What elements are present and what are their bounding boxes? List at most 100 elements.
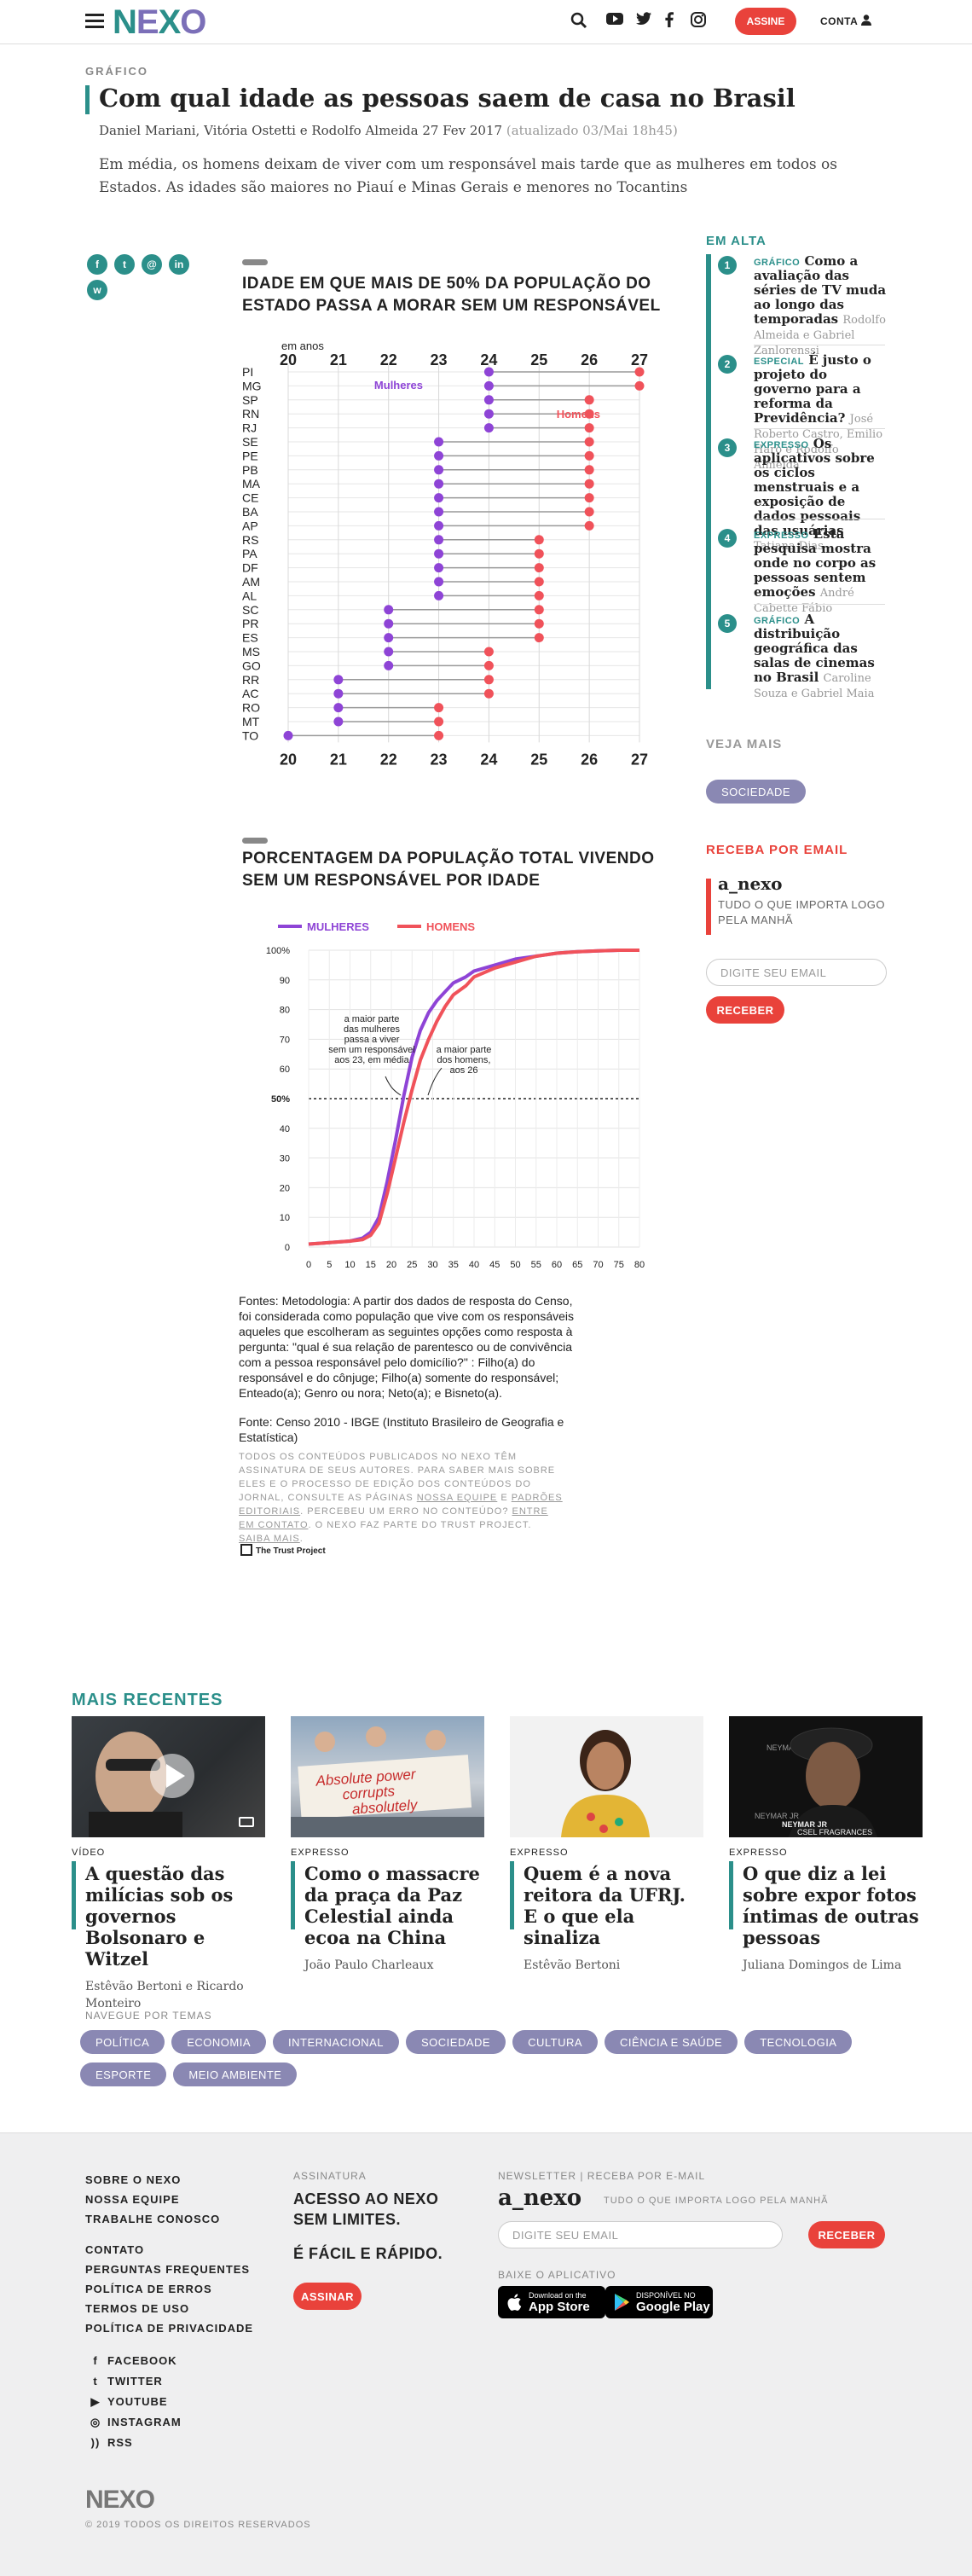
card-thumbnail[interactable] — [72, 1716, 265, 1837]
topic-pill[interactable]: CULTURA — [512, 2030, 599, 2054]
share-linkedin-icon[interactable]: in — [169, 254, 189, 275]
footer-receive-button[interactable]: RECEBER — [808, 2221, 885, 2248]
youtube-icon[interactable] — [605, 12, 624, 31]
card-accent-bar — [291, 1861, 295, 1929]
menu-icon[interactable] — [85, 14, 104, 29]
footer-social-rss[interactable]: )) RSS — [89, 2436, 133, 2449]
footer-logo[interactable]: NEXO — [85, 2486, 155, 2515]
trending-kind: ESPECIAL — [754, 357, 805, 367]
recent-card[interactable]: NEYMAR JR NEYMAR JR NEYMAR JR CSEL FRAGRANC… — [729, 1716, 923, 1974]
trending-text[interactable]: EXPRESSO Esta pesquisa mostra onde no co… — [754, 527, 887, 616]
updated-date: (atualizado 03/Mai 18h45) — [506, 123, 678, 138]
trending-rank: 1 — [718, 256, 737, 275]
footer-link[interactable]: TERMOS DE USO — [85, 2302, 189, 2315]
trending-text[interactable]: GRÁFICO Como a avaliação das séries de T… — [754, 254, 887, 358]
search-icon[interactable] — [570, 12, 588, 31]
men-dot — [483, 647, 494, 657]
app-store-button[interactable]: Download on the App Store — [498, 2286, 605, 2318]
card-thumbnail[interactable]: NEYMAR JR NEYMAR JR NEYMAR JR CSEL FRAGRANC… — [729, 1716, 923, 1837]
topic-pill[interactable]: ESPORTE — [80, 2063, 167, 2086]
footer-social-youtube[interactable]: ▶ YOUTUBE — [89, 2395, 168, 2409]
card-thumbnail[interactable]: Absolute power corrupts absolutely — [291, 1716, 484, 1837]
site-logo[interactable]: NEXO — [113, 5, 206, 39]
sidebar-receive-button[interactable]: RECEBER — [706, 996, 784, 1024]
card-authors: Estêvão Bertoni e Ricardo Monteiro — [85, 1980, 244, 2010]
google-play-button[interactable]: DISPONÍVEL NO Google Play — [605, 2286, 713, 2318]
topic-pill[interactable]: POLÍTICA — [80, 2030, 165, 2054]
footer-social-instagram[interactable]: ◎ INSTAGRAM — [89, 2416, 182, 2429]
share-glyph: w — [93, 284, 101, 296]
card-accent-bar — [72, 1861, 76, 1929]
footer-social-label: TWITTER — [107, 2375, 163, 2387]
topic-pill[interactable]: SOCIEDADE — [406, 2030, 506, 2054]
footer-link[interactable]: POLÍTICA DE ERROS — [85, 2283, 212, 2295]
topic-pill[interactable]: ECONOMIA — [171, 2030, 267, 2054]
footer-link[interactable]: PERGUNTAS FREQUENTES — [85, 2263, 250, 2276]
x-tick-label: 80 — [634, 1260, 645, 1270]
women-dot — [434, 548, 444, 559]
card-title[interactable]: A questão das milícias sob os governos B… — [85, 1863, 265, 1970]
topic-pill[interactable]: TECNOLOGIA — [744, 2030, 853, 2054]
x-tick-label: 35 — [448, 1260, 459, 1270]
article-category[interactable]: GRÁFICO — [85, 65, 148, 78]
footer-link[interactable]: POLÍTICA DE PRIVACIDADE — [85, 2322, 253, 2335]
trending-rank: 3 — [718, 438, 737, 457]
team-link[interactable]: Nossa equipe — [417, 1493, 498, 1503]
annotation-women: das mulheres — [344, 1024, 401, 1035]
facebook-icon[interactable] — [660, 12, 679, 31]
sign-text: absolutely — [351, 1796, 419, 1817]
x-tick-label-bottom: 20 — [280, 751, 297, 768]
trending-text[interactable]: GRÁFICO A distribuição geográfica das sa… — [754, 612, 887, 701]
state-label: AL — [242, 589, 257, 602]
men-dot — [534, 633, 544, 643]
card-thumbnail[interactable] — [510, 1716, 703, 1837]
share-email-icon[interactable]: @ — [142, 254, 162, 275]
state-label: BA — [242, 505, 258, 519]
annotation-women: aos 23, em média — [334, 1055, 409, 1065]
share-twitter-icon[interactable]: t — [114, 254, 135, 275]
account-link[interactable]: CONTA — [820, 15, 871, 27]
recent-card[interactable]: VÍDEO A questão das milícias sob os gove… — [72, 1716, 265, 2012]
share-facebook-icon[interactable]: f — [87, 254, 107, 275]
topic-pill[interactable]: CIÊNCIA E SAÚDE — [605, 2030, 738, 2054]
recent-card[interactable]: Absolute power corrupts absolutely EXPRESS… — [291, 1716, 484, 1974]
trending-title[interactable]: Os aplicativos sobre os ciclos menstruai… — [754, 436, 875, 538]
recent-card[interactable]: EXPRESSO Quem é a nova reitora da UFRJ. … — [510, 1716, 703, 1974]
women-dot — [434, 437, 444, 447]
instagram-icon[interactable] — [689, 12, 708, 31]
footer-link[interactable]: NOSSA EQUIPE — [85, 2193, 179, 2206]
men-dot — [534, 563, 544, 573]
subscribe-button[interactable]: ASSINE — [735, 8, 796, 35]
notice-text: e — [497, 1493, 512, 1503]
topic-pill[interactable]: INTERNACIONAL — [273, 2030, 400, 2054]
card-title[interactable]: Como o massacre da praça da Paz Celestia… — [304, 1863, 484, 1948]
recent-heading: MAIS RECENTES — [72, 1691, 223, 1709]
x-tick-label: 60 — [552, 1260, 562, 1270]
share-glyph: @ — [147, 258, 157, 270]
women-dot — [483, 409, 494, 419]
state-label: GO — [242, 659, 261, 672]
men-dot — [584, 465, 594, 475]
men-dot — [534, 590, 544, 600]
footer-link[interactable]: SOBRE O NEXO — [85, 2173, 181, 2186]
footer-social-facebook[interactable]: f FACEBOOK — [89, 2354, 177, 2367]
share-glyph: f — [95, 258, 99, 270]
backdrop-text: NEYMAR JR — [755, 1812, 800, 1820]
share-whatsapp-icon[interactable]: w — [87, 280, 107, 300]
sidebar-email-input[interactable]: DIGITE SEU EMAIL — [706, 959, 887, 986]
state-label: ES — [242, 631, 258, 645]
state-label: MA — [242, 477, 261, 490]
footer-social-twitter[interactable]: t TWITTER — [89, 2375, 163, 2387]
footer-link[interactable]: TRABALHE CONOSCO — [85, 2213, 220, 2225]
learn-more-link[interactable]: Saiba mais — [239, 1534, 300, 1544]
card-title[interactable]: Quem é a nova reitora da UFRJ. E o que e… — [524, 1863, 703, 1948]
card-title[interactable]: O que diz a lei sobre expor fotos íntima… — [743, 1863, 923, 1948]
tag-sociedade[interactable]: SOCIEDADE — [706, 780, 807, 804]
x-tick-label: 70 — [593, 1260, 603, 1270]
footer-subscribe-button[interactable]: ASSINAR — [293, 2283, 362, 2310]
footer-email-input[interactable]: DIGITE SEU EMAIL — [498, 2221, 783, 2248]
topic-pill[interactable]: MEIO AMBIENTE — [173, 2063, 298, 2086]
footer-link[interactable]: CONTATO — [85, 2243, 144, 2256]
trust-project-badge[interactable]: The Trust Project — [240, 1544, 326, 1556]
twitter-icon[interactable] — [634, 12, 653, 31]
